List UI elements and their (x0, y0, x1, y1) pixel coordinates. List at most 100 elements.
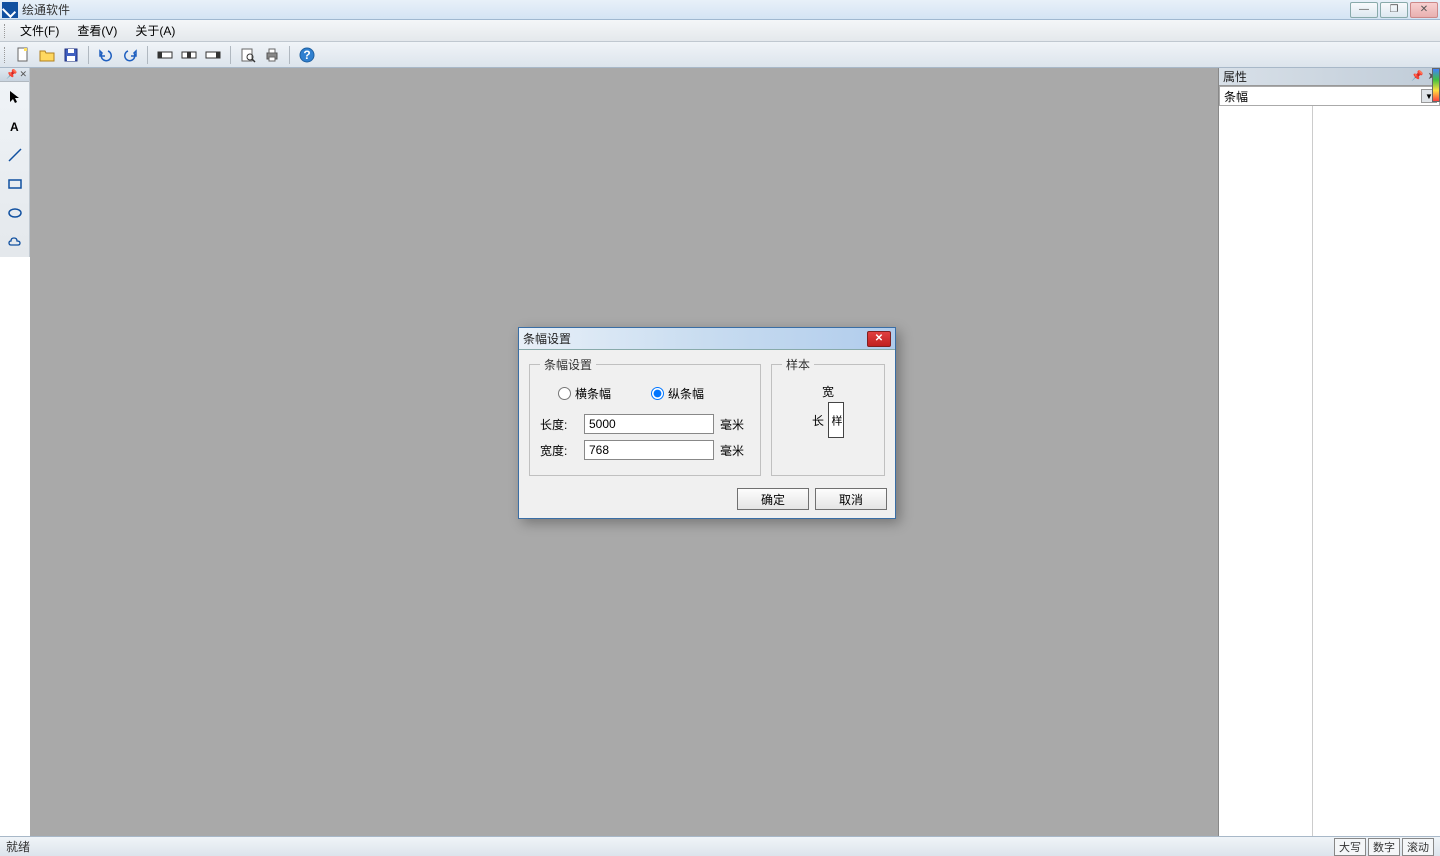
caps-indicator: 大写 (1334, 838, 1366, 856)
menu-file[interactable]: 文件(F) (12, 20, 67, 41)
scroll-indicator: 滚动 (1402, 838, 1434, 856)
selected-object-label: 条幅 (1224, 88, 1248, 105)
app-icon (2, 2, 18, 18)
menubar: 文件(F) 查看(V) 关于(A) (0, 20, 1440, 42)
print-button[interactable] (261, 44, 283, 66)
new-file-button[interactable] (12, 44, 34, 66)
toolbar: ? (0, 42, 1440, 68)
width-row: 宽度: 毫米 (540, 440, 750, 460)
radio-vertical-input[interactable] (651, 387, 664, 400)
ok-button[interactable]: 确定 (737, 488, 809, 510)
properties-body (1219, 106, 1440, 836)
layout-3-button[interactable] (202, 44, 224, 66)
properties-title: 属性 (1223, 68, 1407, 85)
pointer-tool[interactable] (1, 83, 29, 111)
dialog-title: 条幅设置 (523, 330, 867, 347)
length-label: 长度: (540, 416, 578, 433)
radio-horizontal-label: 横条幅 (575, 385, 611, 402)
banner-settings-dialog: 条幅设置 ✕ 条幅设置 横条幅 纵条幅 长度: 毫米 宽度: (518, 327, 896, 519)
layout-1-button[interactable] (154, 44, 176, 66)
dialog-close-button[interactable]: ✕ (867, 331, 891, 347)
minimize-button[interactable]: — (1350, 2, 1378, 18)
window-controls: — ❐ ✕ (1350, 2, 1438, 18)
sample-fieldset: 样本 宽 长 样 (771, 356, 885, 476)
ellipse-icon (7, 205, 23, 221)
app-title: 绘通软件 (22, 1, 70, 18)
pointer-icon (7, 89, 23, 105)
rect-tool[interactable] (1, 170, 29, 198)
cloud-icon (7, 234, 23, 250)
redo-icon (122, 47, 138, 63)
menu-about[interactable]: 关于(A) (127, 20, 183, 41)
line-icon (7, 147, 23, 163)
dialog-buttons: 确定 取消 (737, 488, 887, 510)
find-button[interactable] (237, 44, 259, 66)
color-strip[interactable] (1432, 68, 1440, 102)
menubar-grip (4, 24, 8, 38)
layout-h-icon (157, 47, 173, 63)
properties-values-column (1313, 106, 1440, 836)
toolbar-sep-2 (147, 46, 148, 64)
menu-view[interactable]: 查看(V) (69, 20, 125, 41)
radio-vertical[interactable]: 纵条幅 (651, 385, 704, 402)
open-button[interactable] (36, 44, 58, 66)
toolbar-sep-1 (88, 46, 89, 64)
width-unit: 毫米 (720, 442, 750, 459)
tool-panel: 📌 ✕ A (0, 68, 30, 257)
properties-header: 属性 📌 ➤ (1219, 68, 1440, 86)
redo-button[interactable] (119, 44, 141, 66)
print-icon (264, 47, 280, 63)
sample-shape: 样 (828, 402, 844, 438)
layout-2-button[interactable] (178, 44, 200, 66)
length-input[interactable] (584, 414, 714, 434)
save-button[interactable] (60, 44, 82, 66)
dialog-titlebar[interactable]: 条幅设置 ✕ (519, 328, 895, 350)
length-unit: 毫米 (720, 416, 750, 433)
maximize-button[interactable]: ❐ (1380, 2, 1408, 18)
close-icon[interactable]: ✕ (19, 69, 27, 80)
ellipse-tool[interactable] (1, 199, 29, 227)
open-folder-icon (39, 47, 55, 63)
search-icon (240, 47, 256, 63)
status-text: 就绪 (6, 838, 1332, 855)
radio-vertical-label: 纵条幅 (668, 385, 704, 402)
num-indicator: 数字 (1368, 838, 1400, 856)
toolbar-sep-4 (289, 46, 290, 64)
cloud-tool[interactable] (1, 228, 29, 256)
layout-c-icon (205, 47, 221, 63)
settings-legend: 条幅设置 (540, 356, 596, 373)
sample-width-label: 宽 (822, 383, 834, 400)
sample-length-label: 长 (812, 412, 824, 429)
radio-horizontal[interactable]: 横条幅 (558, 385, 611, 402)
svg-text:A: A (10, 120, 19, 134)
settings-fieldset: 条幅设置 横条幅 纵条幅 长度: 毫米 宽度: 毫米 (529, 356, 761, 476)
toolbar-grip (4, 47, 8, 63)
undo-button[interactable] (95, 44, 117, 66)
dialog-body: 条幅设置 横条幅 纵条幅 长度: 毫米 宽度: 毫米 (519, 350, 895, 484)
orientation-radios: 横条幅 纵条幅 (558, 385, 746, 402)
titlebar: 绘通软件 — ❐ ✕ (0, 0, 1440, 20)
pin-icon[interactable]: 📌 (6, 69, 17, 80)
line-tool[interactable] (1, 141, 29, 169)
statusbar: 就绪 大写 数字 滚动 (0, 836, 1440, 856)
properties-names-column (1219, 106, 1313, 836)
radio-horizontal-input[interactable] (558, 387, 571, 400)
properties-panel: 属性 📌 ➤ 条幅 ▼ (1218, 68, 1440, 836)
pin-icon[interactable]: 📌 (1411, 71, 1423, 82)
sample-preview: 宽 长 样 (812, 383, 844, 438)
text-icon: A (7, 118, 23, 134)
close-button[interactable]: ✕ (1410, 2, 1438, 18)
width-label: 宽度: (540, 442, 578, 459)
width-input[interactable] (584, 440, 714, 460)
object-selector[interactable]: 条幅 ▼ (1219, 86, 1440, 106)
help-button[interactable]: ? (296, 44, 318, 66)
toolbar-sep-3 (230, 46, 231, 64)
length-row: 长度: 毫米 (540, 414, 750, 434)
help-icon: ? (299, 47, 315, 63)
save-icon (63, 47, 79, 63)
rect-icon (7, 176, 23, 192)
text-tool[interactable]: A (1, 112, 29, 140)
tool-panel-header: 📌 ✕ (0, 68, 29, 82)
cancel-button[interactable]: 取消 (815, 488, 887, 510)
svg-text:?: ? (303, 48, 310, 62)
